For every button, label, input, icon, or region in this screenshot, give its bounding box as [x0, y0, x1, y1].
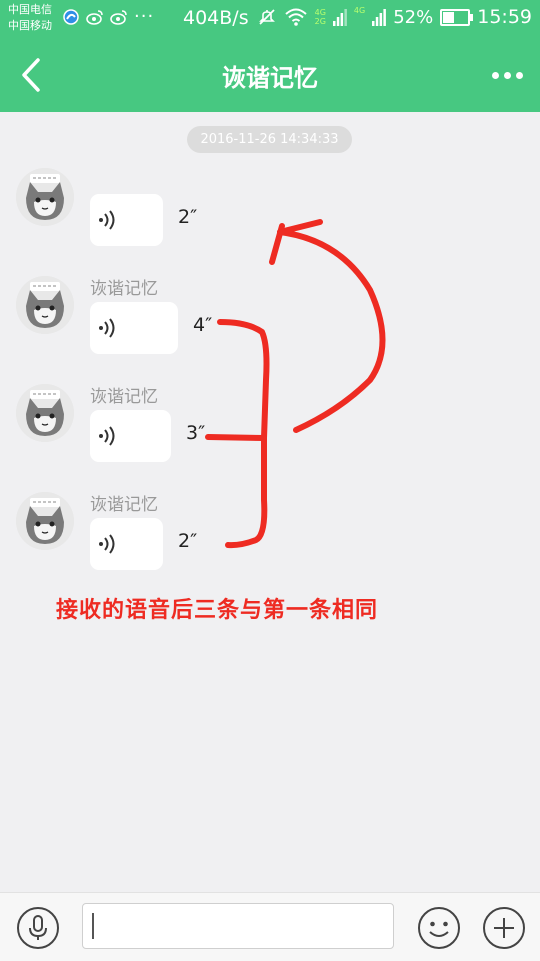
voice-duration: 3″ — [186, 422, 206, 444]
avatar-cat-icon — [16, 492, 74, 550]
emoji-button[interactable] — [417, 906, 461, 950]
message-input[interactable] — [82, 903, 394, 949]
signal-icon — [332, 9, 347, 26]
input-bar — [0, 892, 540, 961]
voice-bubble[interactable] — [90, 410, 171, 462]
wifi-icon — [284, 8, 307, 26]
voice-bubble[interactable] — [90, 194, 163, 246]
more-notifications-icon: ··· — [134, 6, 155, 27]
chat-header: 诙谐记忆 — [0, 38, 540, 112]
voice-wave-icon — [99, 534, 115, 554]
carrier-2: 中国移动 — [8, 19, 52, 32]
mute-icon — [258, 9, 275, 25]
page-title: 诙谐记忆 — [222, 64, 318, 92]
voice-duration: 4″ — [193, 314, 213, 336]
voice-message: 诙谐记忆 3″ — [0, 384, 540, 484]
sender-name: 诙谐记忆 — [90, 387, 158, 407]
carrier-1: 中国电信 — [8, 3, 52, 16]
text-caret — [92, 913, 94, 939]
carrier-labels: 中国电信 中国移动 — [8, 2, 52, 34]
add-attachment-button[interactable] — [482, 906, 526, 950]
voice-bubble[interactable] — [90, 518, 163, 570]
avatar-cat-icon — [16, 276, 74, 334]
battery-percent: 52% — [393, 6, 434, 28]
battery-icon — [440, 8, 474, 26]
weibo-icon-2 — [110, 10, 127, 25]
voice-message: 2″ — [0, 168, 540, 268]
network-speed: 404B/s — [183, 7, 249, 29]
avatar[interactable] — [16, 168, 74, 226]
browser-notification-icon — [63, 9, 79, 25]
battery-level — [443, 11, 455, 23]
network-type-top: 4G — [314, 8, 326, 17]
network-type-2: 4G — [353, 6, 366, 15]
voice-bubble[interactable] — [90, 302, 178, 354]
signal-icon-2 — [372, 9, 387, 26]
weibo-icon — [86, 10, 103, 25]
voice-message: 诙谐记忆 2″ — [0, 492, 540, 592]
sender-name: 诙谐记忆 — [90, 279, 158, 299]
status-bar: 中国电信 中国移动 ··· 404B/s 4G 2G 4G 52% 15:59 — [0, 0, 540, 38]
system-indicators: 4G 2G 4G 52% 15:59 — [257, 6, 532, 28]
voice-duration: 2″ — [178, 206, 198, 228]
avatar[interactable] — [16, 276, 74, 334]
chat-timestamp: 2016-11-26 14:34:33 — [187, 126, 352, 153]
voice-duration: 2″ — [178, 530, 198, 552]
annotation-text: 接收的语音后三条与第一条相同 — [56, 598, 379, 623]
voice-message: 诙谐记忆 4″ — [0, 276, 540, 376]
more-options-icon[interactable] — [484, 62, 530, 88]
avatar[interactable] — [16, 492, 74, 550]
avatar[interactable] — [16, 384, 74, 442]
voice-wave-icon — [99, 426, 115, 446]
sender-name: 诙谐记忆 — [90, 495, 158, 515]
voice-wave-icon — [99, 210, 115, 230]
avatar-cat-icon — [16, 384, 74, 442]
avatar-cat-icon — [16, 168, 74, 226]
network-type-bottom: 2G — [314, 17, 326, 26]
network-type-badge: 4G 2G — [315, 8, 326, 26]
clock: 15:59 — [477, 6, 532, 28]
voice-input-button[interactable] — [16, 906, 60, 950]
notification-icons: ··· — [62, 8, 154, 26]
voice-wave-icon — [99, 318, 115, 338]
